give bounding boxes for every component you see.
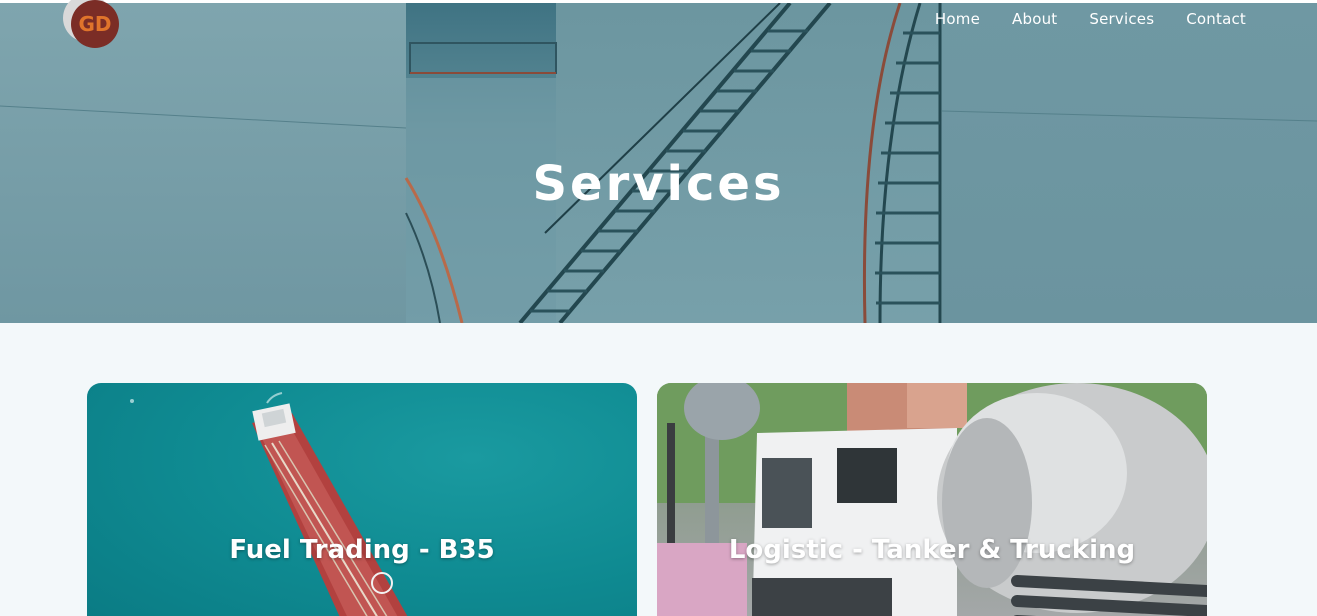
tanker-truck-image xyxy=(657,383,1207,616)
logo-icon: GD xyxy=(63,0,119,48)
nav-services[interactable]: Services xyxy=(1089,10,1154,28)
page-title: Services xyxy=(532,156,785,212)
main-nav: Home About Services Contact xyxy=(935,10,1246,28)
card-title: Fuel Trading - B35 xyxy=(229,535,495,565)
nav-contact[interactable]: Contact xyxy=(1186,10,1246,28)
card-title: Logistic - Tanker & Trucking xyxy=(728,535,1136,565)
top-border xyxy=(0,0,1317,3)
logo-text: GD xyxy=(78,12,111,36)
oil-tanker-ship-image xyxy=(130,392,408,616)
nav-home[interactable]: Home xyxy=(935,10,980,28)
brand-logo[interactable]: GD xyxy=(57,0,121,49)
hero-banner: Services xyxy=(0,3,1317,323)
nav-about[interactable]: About xyxy=(1012,10,1057,28)
service-card-logistic[interactable]: Logistic - Tanker & Trucking xyxy=(657,383,1207,616)
service-card-fuel-trading[interactable]: Fuel Trading - B35 xyxy=(87,383,637,616)
